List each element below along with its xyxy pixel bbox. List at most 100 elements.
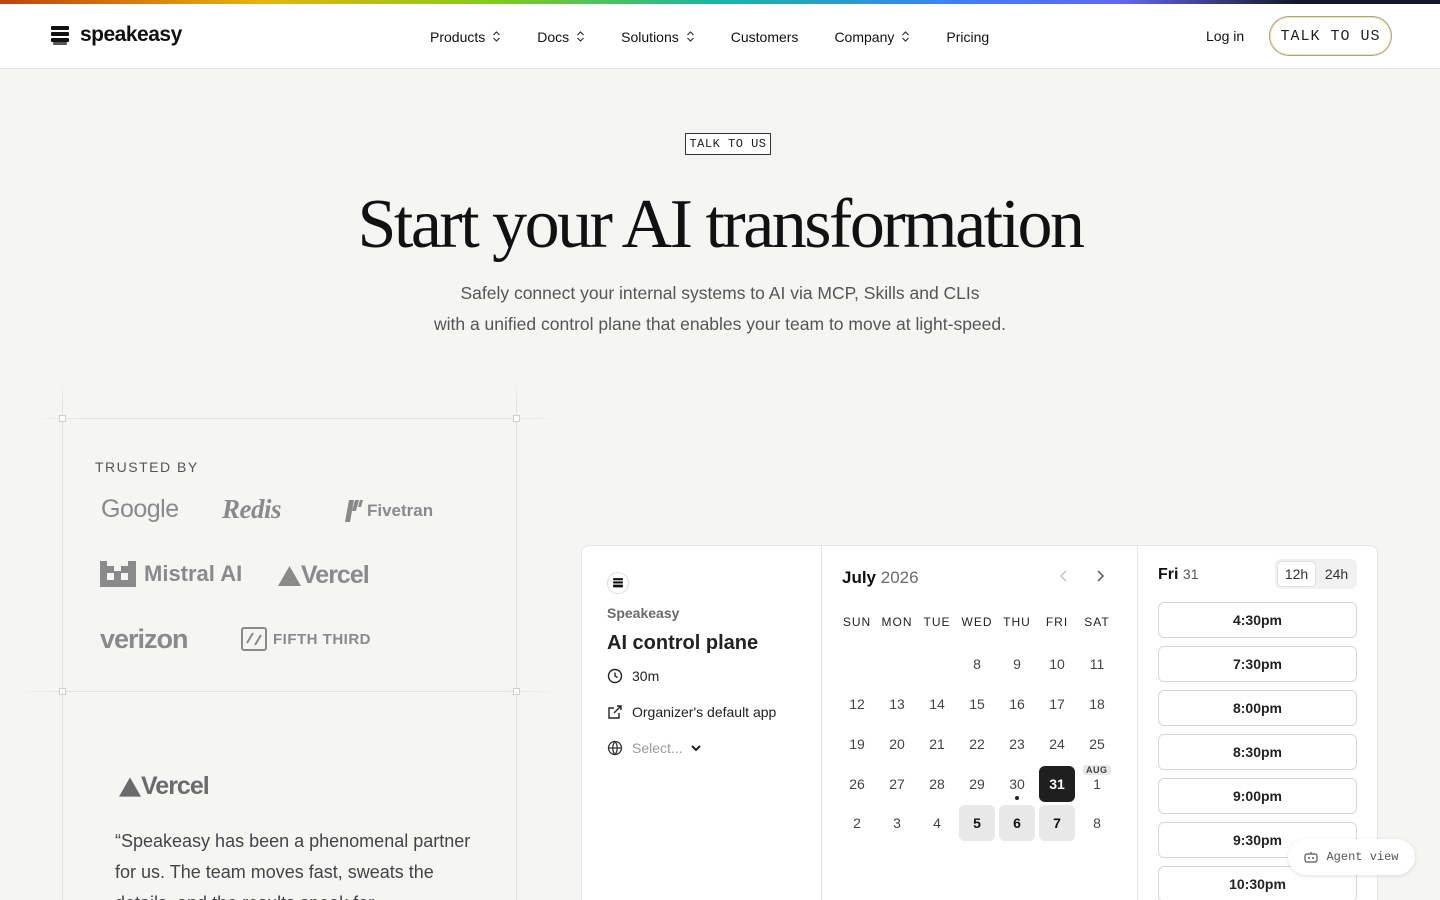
calendar-day: 10 — [1049, 656, 1065, 672]
selected-date-label: Fri 31 — [1158, 566, 1199, 583]
clock-icon — [607, 668, 623, 684]
time-slot-button[interactable]: 8:00pm — [1158, 690, 1357, 726]
calendar-day: 4 — [933, 815, 941, 831]
fivetran-logo: Fivetran — [345, 499, 433, 523]
prev-month-icon[interactable] — [1056, 568, 1072, 584]
calendar-day: 8 — [1093, 815, 1101, 831]
format-24h-button[interactable]: 24h — [1318, 561, 1355, 587]
chevron-updown-icon — [686, 31, 694, 42]
nav-solutions[interactable]: Solutions — [621, 29, 695, 45]
time-format-toggle: 12h 24h — [1275, 559, 1357, 589]
fifth-third-icon — [241, 627, 267, 651]
time-slot-button[interactable]: 4:30pm — [1158, 602, 1357, 638]
talk-to-us-button[interactable]: TALK TO US — [1269, 16, 1392, 56]
chevron-updown-icon — [577, 31, 585, 42]
calendar-day: 19 — [849, 736, 865, 752]
page-title: Start your AI transformation — [357, 186, 1085, 263]
hero-subtitle-line-1: Safely connect your internal systems to … — [460, 283, 980, 303]
calendar-day: 11 — [1089, 656, 1105, 672]
weekday-header: SAT — [1084, 615, 1110, 629]
robot-icon — [1304, 852, 1319, 863]
agent-view-button[interactable]: Agent view — [1288, 839, 1415, 875]
calendar-column: July 2026 SUN MON TUE WED THU FRI SAT 8 9 10 11 12 1… — [822, 546, 1138, 900]
verizon-logo: verizon — [100, 624, 189, 654]
weekday-header: TUE — [923, 615, 951, 629]
calendar-day: 21 — [929, 736, 945, 752]
nav-company[interactable]: Company — [834, 29, 910, 45]
testimonial-brand-logo: Vercel — [119, 772, 210, 801]
main-nav: Products Docs Solutions Customers Compan… — [430, 4, 1025, 69]
login-link[interactable]: Log in — [1206, 28, 1244, 44]
fivetran-icon — [345, 500, 363, 522]
avatar — [607, 572, 629, 594]
calendar-day: 27 — [889, 776, 905, 792]
calendar-day: 13 — [889, 696, 905, 712]
calendar-day-available[interactable]: 5 — [959, 805, 995, 841]
time-slot-button[interactable]: 7:30pm — [1158, 646, 1357, 682]
event-duration: 30m — [607, 668, 659, 684]
globe-icon — [607, 740, 623, 756]
calendar-day: 20 — [889, 736, 905, 752]
logo[interactable]: speakeasy — [50, 23, 182, 47]
calendar-day: 2 — [853, 815, 861, 831]
site-header: speakeasy Products Docs Solutions Custom… — [0, 4, 1440, 69]
mistral-logo: Mistral AI — [100, 561, 242, 587]
event-info-column: Speakeasy AI control plane 30m Organizer… — [582, 546, 822, 900]
booking-widget: Speakeasy AI control plane 30m Organizer… — [581, 545, 1378, 900]
calendar-day-available[interactable]: 6 — [999, 805, 1035, 841]
calendar-day: 16 — [1009, 696, 1025, 712]
calendar-day: 18 — [1089, 696, 1105, 712]
hero-subtitle-line-2: with a unified control plane that enable… — [433, 314, 1006, 334]
weekday-header: THU — [1003, 615, 1031, 629]
hero-subtitle: Safely connect your internal systems to … — [0, 278, 1440, 340]
frame-corner — [59, 415, 66, 422]
speakeasy-logo-icon — [51, 26, 69, 45]
calendar-day: 14 — [929, 696, 945, 712]
calendar-day: 28 — [929, 776, 945, 792]
calendar-day: 12 — [849, 696, 865, 712]
next-month-icon[interactable] — [1092, 568, 1108, 584]
calendar-day: 25 — [1089, 736, 1105, 752]
time-slot-button[interactable]: 9:00pm — [1158, 778, 1357, 814]
chevron-updown-icon — [902, 31, 910, 42]
calendar-month: July 2026 — [842, 568, 919, 587]
trusted-by-label: TRUSTED BY — [95, 459, 199, 475]
vercel-logo: Vercel — [278, 561, 370, 590]
calendar-day-available[interactable]: 7 — [1039, 805, 1075, 841]
nav-docs[interactable]: Docs — [537, 29, 585, 45]
timezone-select[interactable]: Select... — [607, 740, 702, 756]
event-title: AI control plane — [607, 632, 759, 654]
calendar-day: 29 — [969, 776, 985, 792]
external-link-icon — [608, 705, 622, 719]
redis-logo: Redis — [222, 494, 282, 524]
organizer-name: Speakeasy — [607, 605, 680, 621]
today-indicator — [1015, 796, 1019, 800]
speakeasy-logo-icon — [613, 578, 623, 588]
testimonial-quote: “Speakeasy has been a phenomenal partner… — [115, 831, 471, 900]
logo-text: speakeasy — [80, 23, 182, 46]
vercel-triangle-icon — [119, 776, 141, 797]
time-slot-button[interactable]: 8:30pm — [1158, 734, 1357, 770]
calendar-day: 8 — [973, 656, 981, 672]
weekday-header: MON — [881, 615, 913, 629]
calendar-day-selected[interactable]: 31 — [1039, 766, 1075, 802]
weekday-header: FRI — [1045, 615, 1069, 629]
google-logo: Google — [101, 495, 179, 523]
mistral-icon — [100, 561, 136, 587]
hero-badge: TALK TO US — [685, 133, 771, 155]
frame-corner — [513, 415, 520, 422]
nav-pricing[interactable]: Pricing — [946, 29, 989, 45]
nav-products[interactable]: Products — [430, 29, 501, 45]
calendar-day: 23 — [1009, 736, 1025, 752]
chevron-updown-icon — [493, 31, 501, 42]
calendar-day: 22 — [969, 736, 985, 752]
fifth-third-logo: FIFTH THIRD — [241, 627, 371, 651]
nav-customers[interactable]: Customers — [731, 29, 799, 45]
calendar-day: 17 — [1049, 696, 1065, 712]
calendar-day: 9 — [1013, 656, 1021, 672]
weekday-header: WED — [961, 615, 993, 629]
calendar-day: 3 — [893, 815, 901, 831]
event-location: Organizer's default app — [607, 704, 776, 720]
format-12h-button[interactable]: 12h — [1277, 561, 1316, 587]
vercel-triangle-icon — [278, 565, 301, 586]
